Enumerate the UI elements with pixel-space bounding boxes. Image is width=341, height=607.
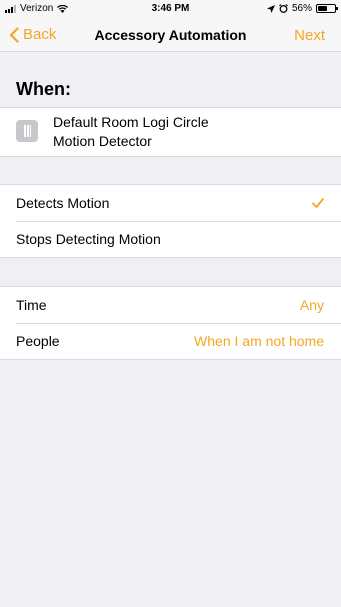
trigger-label: Stops Detecting Motion [16,231,161,247]
accessory-icon [16,120,38,142]
accessory-name-line1: Default Room Logi Circle [53,114,209,130]
navigation-bar: Back Accessory Automation Next [0,18,341,52]
location-arrow-icon [266,4,275,13]
people-label: People [16,333,60,349]
trigger-label: Detects Motion [16,195,110,211]
back-button[interactable]: Back [9,26,56,43]
accessory-name-line2: Motion Detector [53,133,152,149]
accessory-row[interactable]: Default Room Logi Circle Motion Detector [0,108,341,156]
checkmark-icon [312,198,324,208]
battery-fill [318,6,327,11]
battery-icon [316,4,338,13]
chevron-left-icon [9,26,19,43]
trigger-stops-detecting-motion[interactable]: Stops Detecting Motion [0,221,341,257]
time-row[interactable]: Time Any [0,287,341,323]
time-label: Time [16,297,47,313]
when-header: When: [16,79,71,99]
status-bar: Verizon 3:46 PM 56% [0,0,341,18]
time-value: Any [299,297,324,313]
accessory-name: Default Room Logi Circle Motion Detector [53,113,209,151]
alarm-icon [279,4,288,13]
status-right: 56% [266,3,338,14]
battery-percent: 56% [291,3,312,14]
people-row[interactable]: People When I am not home [0,323,341,359]
back-label: Back [23,26,57,43]
accessory-group: Default Room Logi Circle Motion Detector [0,107,341,157]
trigger-detects-motion[interactable]: Detects Motion [0,185,341,221]
conditions-group: Time Any People When I am not home [0,286,341,360]
trigger-group: Detects Motion Stops Detecting Motion [0,184,341,258]
people-value: When I am not home [194,333,324,349]
next-button[interactable]: Next [294,27,325,44]
